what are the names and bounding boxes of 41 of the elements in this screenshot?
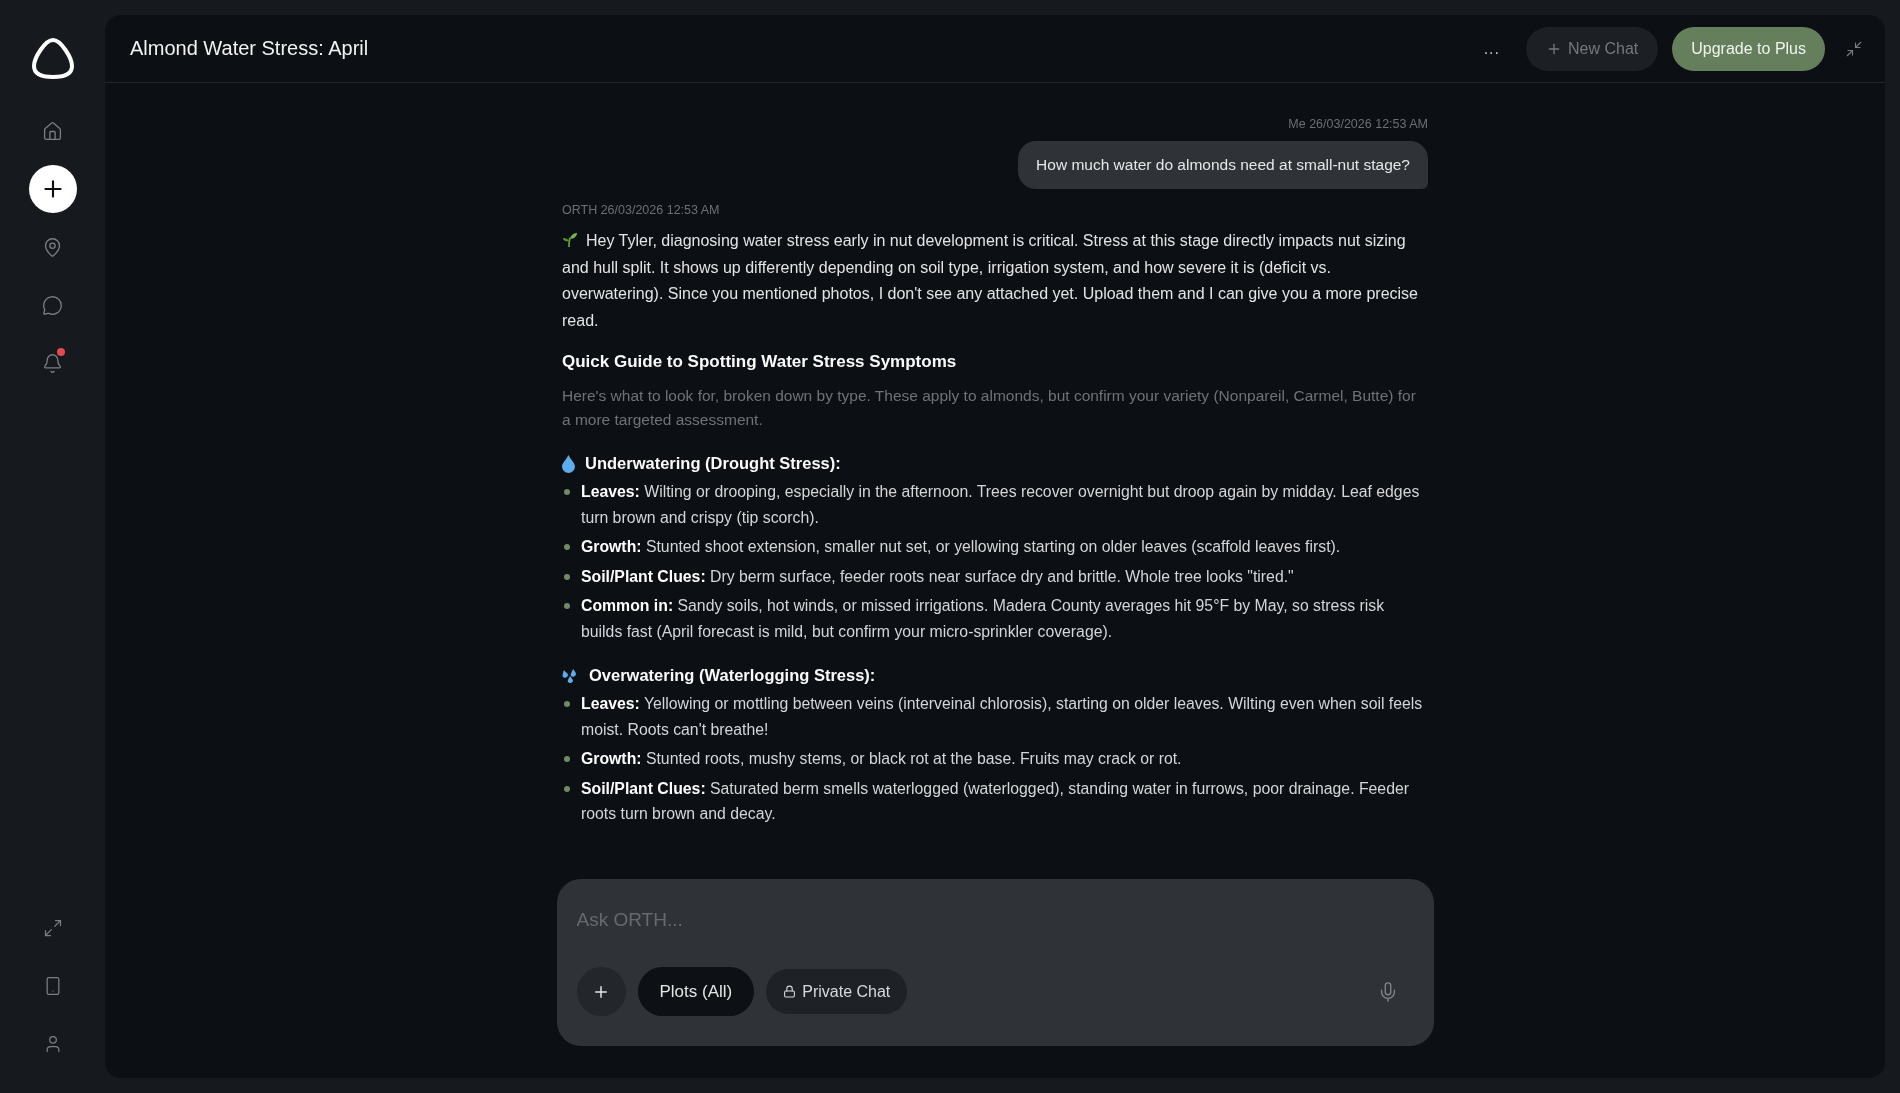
bullet-text: Growth: Stunted shoot extension, smaller nut set, or yellowing starting on older leaves (scaffold leaves first). <box>581 537 1341 557</box>
message-input[interactable]: Ask ORTH... <box>576 909 1414 931</box>
message-meta: Me 26/03/2026 12:53 AM <box>1288 117 1428 131</box>
new-chat-button[interactable] <box>28 165 77 213</box>
section-heading: Underwatering (Drought Stress): <box>585 454 841 473</box>
bullet-text: Common in: Sandy soils, hot winds, or missed irrigations. Madera County averages hit 95°F by May, so stress risk builds fast (April forecast is mild, but confirm your micro-sprinkler coverage). <box>581 596 1386 642</box>
droplet-icon <box>562 454 575 473</box>
reply-paragraph: Hey Tyler, diagnosing water stress early in nut development is critical. Stress at this stage directly impacts nut sizing and hull split. It shows up differently depending on soil type, irrigation system, and how severe it is (deficit vs. overwatering). Since you mentioned photos, I don't see any attached yet. Upload them and I can give you a more precise read. <box>562 231 1419 331</box>
chat-title: Almond Water Stress: April <box>130 37 370 60</box>
bullet-dot <box>564 603 570 609</box>
bullet-text: Soil/Plant Clues: Dry berm surface, feeder roots near surface dry and brittle. Whole tree looks "tired." <box>581 566 1294 587</box>
bullet-dot <box>564 701 570 707</box>
bell-icon <box>42 352 63 374</box>
user-message: How much water do almonds need at small-nut stage? <box>1018 141 1428 189</box>
bullet-text: Growth: Stunted roots, mushy stems, or black rot at the base. Fruits may crack or rot. <box>581 749 1182 769</box>
collapse-icon <box>1845 39 1863 58</box>
reply-subtext: Here's what to look for, broken down by type. These apply to almonds, but confirm your variety (Nonpareil, Carmel, Butte) for a more targeted assessment. <box>562 386 1417 430</box>
home-icon <box>42 120 63 142</box>
more-button[interactable]: ... <box>1471 39 1512 58</box>
private-chat-button[interactable]: Private Chat <box>766 969 908 1014</box>
droplets-icon <box>562 667 579 684</box>
lock-icon <box>783 985 797 998</box>
bullet-text: Soil/Plant Clues: Saturated berm smells waterlogged (waterlogged), standing water in furrows, poor drainage. Feeder roots turn brown and decay. <box>581 778 1410 824</box>
expand-icon <box>42 918 63 938</box>
message-meta: ORTH 26/03/2026 12:53 AM <box>562 203 720 217</box>
plots-button[interactable]: Plots (All) <box>637 967 755 1016</box>
sprout-icon <box>562 232 578 248</box>
bullet-dot <box>564 544 570 550</box>
bullet-dot <box>564 756 570 762</box>
map-pin-icon <box>42 236 63 258</box>
bullet-text: Leaves: Yellowing or mottling between veins (interveinal chlorosis), starting on older leaves. Wilting even when soil feels moist. Roots can't breathe! <box>581 694 1424 740</box>
logo-icon[interactable] <box>30 36 75 80</box>
bullet-dot <box>564 573 570 580</box>
bullet-text: Leaves: Wilting or drooping, especially in the afternoon. Trees recover overnight but droop again by midday. Leaf edges turn brown and crispy (tip scorch). <box>581 482 1421 528</box>
section-heading: Overwatering (Waterlogging Stress): <box>589 666 876 685</box>
new-chat-button[interactable]: New Chat <box>1526 26 1659 71</box>
bullet-dot <box>564 785 570 792</box>
bullet-dot <box>564 489 570 495</box>
upgrade-button[interactable]: Upgrade to Plus <box>1672 26 1825 71</box>
chat-bubble-icon <box>42 294 63 316</box>
reply-heading: Quick Guide to Spotting Water Stress Symptoms <box>562 352 958 372</box>
